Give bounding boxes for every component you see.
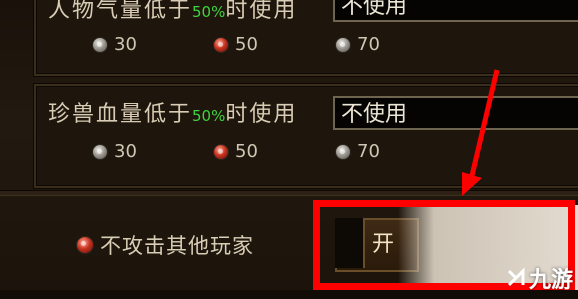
pointer-arrow-icon <box>462 69 500 196</box>
bottom-strip <box>0 290 578 299</box>
watermark: 九游 <box>505 262 573 294</box>
nine-game-logo-icon <box>507 267 525 287</box>
